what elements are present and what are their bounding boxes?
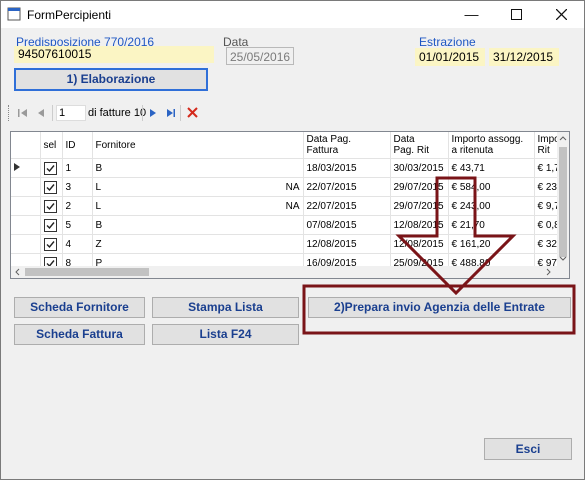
annotation-overlay (302, 176, 576, 335)
annotation-arrow-icon (395, 176, 517, 296)
annotation-box (302, 284, 576, 335)
